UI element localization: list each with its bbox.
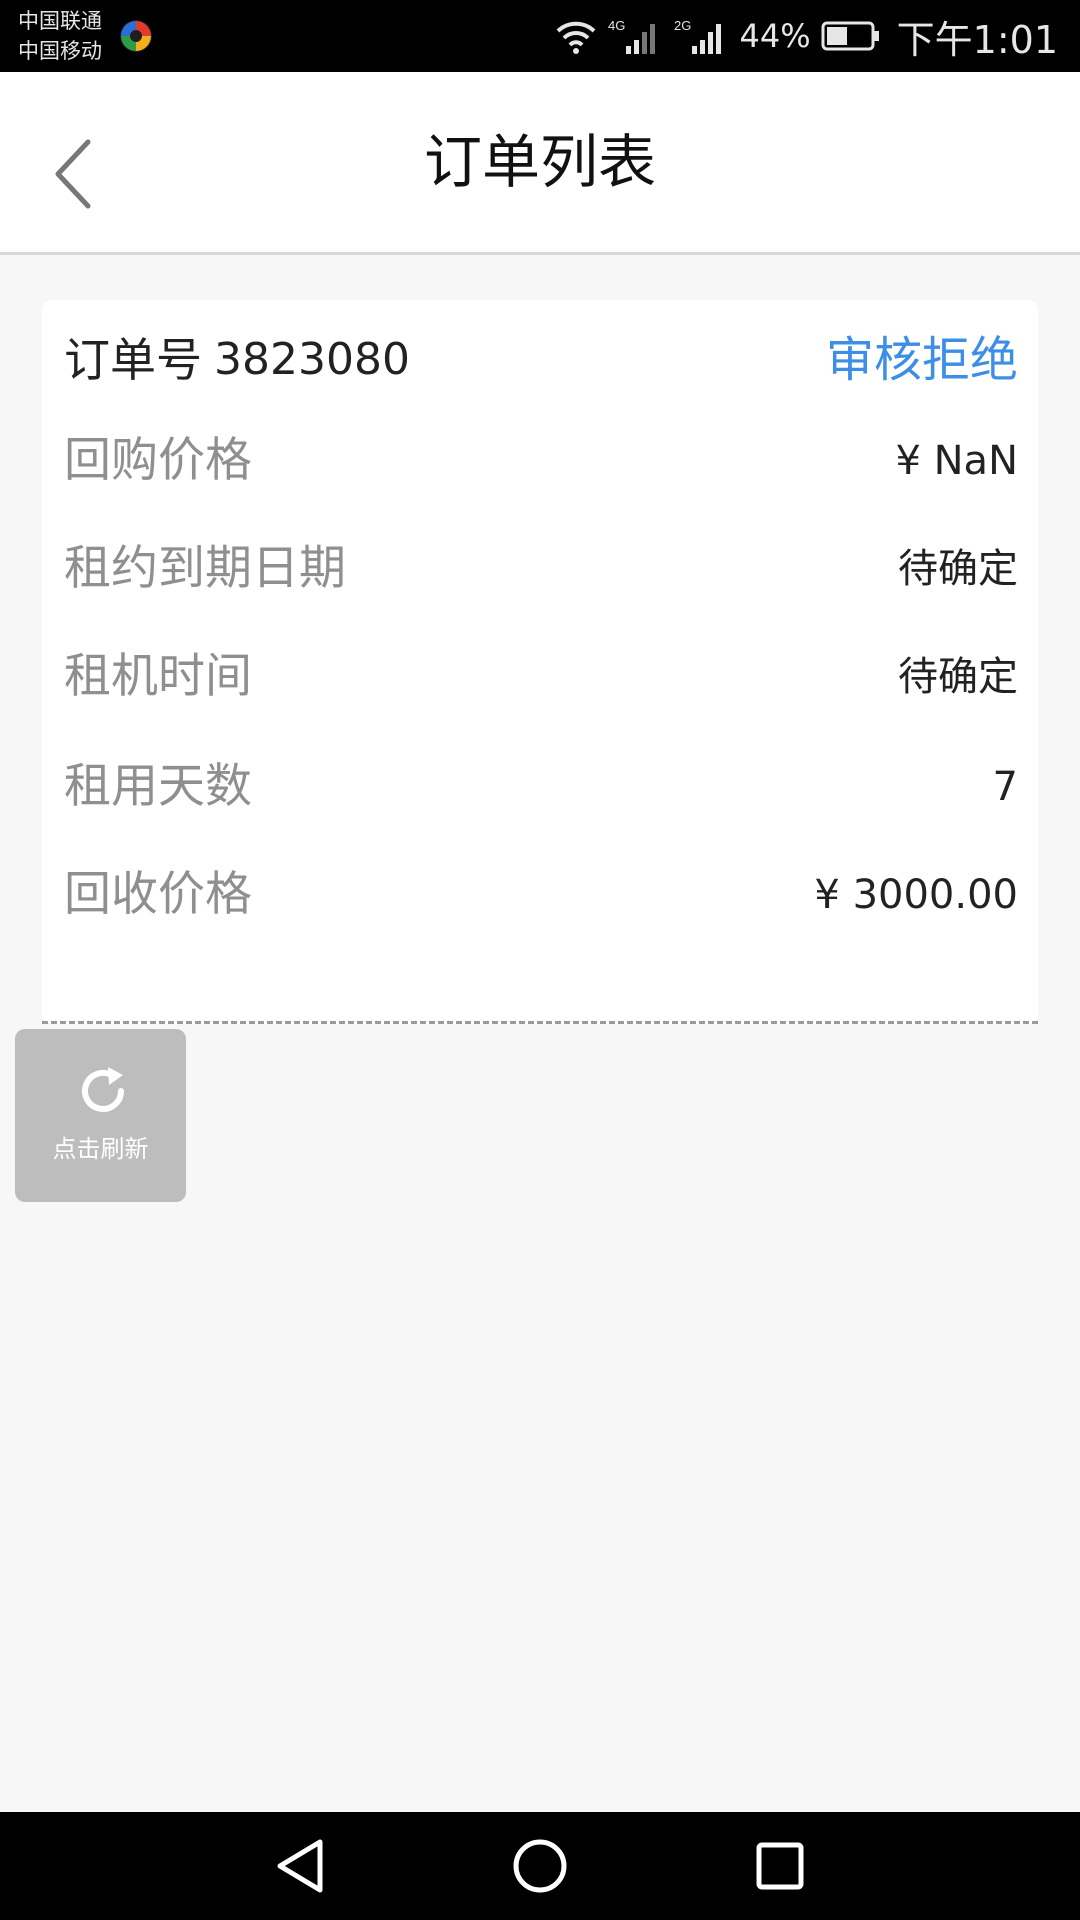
info-label: 租用天数 [64, 759, 252, 814]
order-number-label: 订单号 [64, 333, 202, 387]
info-value: 待确定 [898, 546, 1018, 592]
carrier-logo-icon [120, 20, 152, 52]
app-header: 订单列表 [0, 72, 1080, 255]
refresh-button[interactable]: 点击刷新 [15, 1029, 186, 1202]
info-row-recycle-price: 回收价格 ¥ 3000.00 [64, 860, 1018, 930]
triangle-back-icon [277, 1839, 323, 1893]
clock: 下午1:01 [896, 17, 1058, 62]
order-header: 订单号 3823080 审核拒绝 [64, 328, 1018, 392]
carrier-names: 中国联通 中国移动 [18, 6, 102, 66]
dashed-divider [42, 1021, 1038, 1024]
order-card[interactable]: 订单号 3823080 审核拒绝 回购价格 ¥ NaN 租约到期日期 待确定 租… [42, 300, 1038, 1024]
info-value: 待确定 [898, 654, 1018, 700]
nav-back-button[interactable] [270, 1836, 330, 1896]
nav-recents-button[interactable] [750, 1836, 810, 1896]
refresh-label: 点击刷新 [52, 1135, 149, 1163]
info-row-rental-days: 租用天数 7 [64, 752, 1018, 822]
info-row-rental-time: 租机时间 待确定 [64, 642, 1018, 712]
system-nav-bar [0, 1812, 1080, 1920]
network-2-label: 2G [674, 18, 691, 33]
square-recents-icon [756, 1842, 804, 1890]
signal-2g-icon: 2G [674, 18, 721, 54]
info-row-buyback-price: 回购价格 ¥ NaN [64, 426, 1018, 496]
order-status: 审核拒绝 [825, 332, 1018, 388]
battery-percent: 44% [739, 17, 811, 55]
battery-icon [821, 21, 879, 51]
wifi-icon [556, 21, 595, 54]
status-bar: 中国联通 中国移动 4G 2G 44% 下午1:01 [0, 0, 1080, 72]
info-value: ¥ NaN [895, 438, 1018, 484]
order-number: 3823080 [214, 334, 410, 385]
carrier-2: 中国移动 [18, 39, 102, 63]
network-1-label: 4G [608, 18, 625, 33]
back-button[interactable] [50, 134, 100, 214]
info-label: 回购价格 [64, 433, 252, 488]
chevron-left-icon [55, 139, 91, 209]
circle-home-icon [513, 1839, 567, 1893]
info-label: 回收价格 [64, 867, 252, 922]
status-indicators: 4G 2G 44% 下午1:01 [554, 0, 1058, 72]
info-label: 租约到期日期 [64, 541, 346, 596]
info-value: 7 [992, 764, 1018, 810]
page-title: 订单列表 [423, 128, 656, 196]
carrier-1: 中国联通 [18, 9, 102, 33]
signal-4g-icon: 4G [608, 18, 655, 54]
info-row-lease-expiry: 租约到期日期 待确定 [64, 534, 1018, 604]
info-label: 租机时间 [64, 649, 252, 704]
nav-home-button[interactable] [510, 1836, 570, 1896]
info-value: ¥ 3000.00 [814, 872, 1018, 918]
refresh-icon [82, 1067, 124, 1112]
